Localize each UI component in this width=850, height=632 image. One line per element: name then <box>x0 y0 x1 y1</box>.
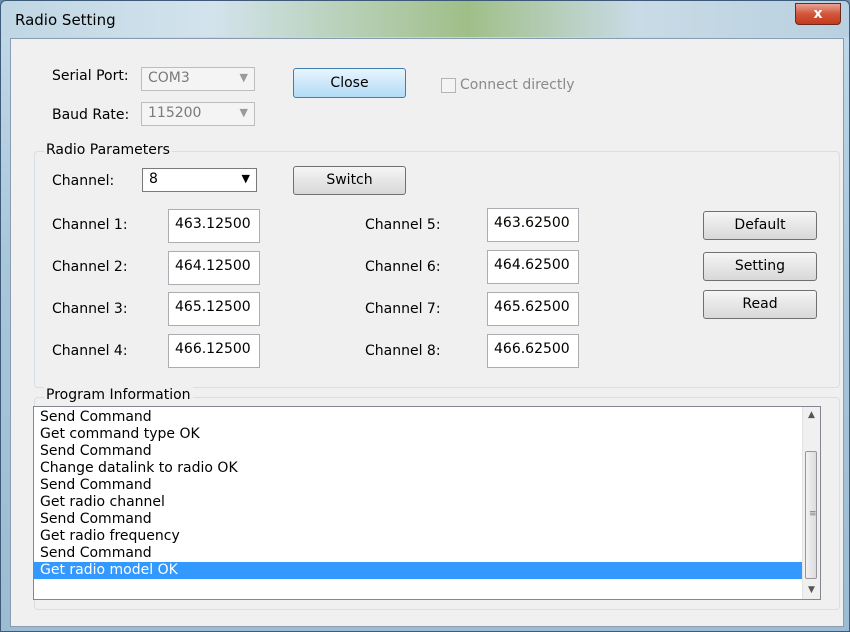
log-item[interactable]: Send Command <box>34 443 820 460</box>
chevron-down-icon: ▼ <box>239 106 248 119</box>
log-item[interactable]: Get radio frequency <box>34 528 820 545</box>
channel-6-frequency-input[interactable]: 464.62500 <box>487 250 579 284</box>
log-item[interactable]: Get command type OK <box>34 426 820 443</box>
channel-6-label: Channel 6: <box>365 259 441 275</box>
log-list: Send Command Get command type OK Send Co… <box>34 407 820 579</box>
channel-8-frequency-input[interactable]: 466.62500 <box>487 334 579 368</box>
serial-port-select[interactable]: COM3 ▼ <box>141 67 255 91</box>
channel-7-frequency-input[interactable]: 465.62500 <box>487 292 579 326</box>
grip-icon: ≡ <box>809 509 817 519</box>
log-item[interactable]: Get radio channel <box>34 494 820 511</box>
log-item[interactable]: Send Command <box>34 511 820 528</box>
channel-3-frequency-input[interactable]: 465.12500 <box>168 292 260 326</box>
close-icon: x <box>813 6 823 22</box>
scroll-up-arrow-icon[interactable]: ▲ <box>803 407 820 424</box>
channel-label: Channel: <box>52 173 115 189</box>
switch-button[interactable]: Switch <box>293 166 406 195</box>
connect-directly-checkbox[interactable] <box>441 78 456 93</box>
window-title: Radio Setting <box>15 11 116 29</box>
title-bar[interactable]: Radio Setting x <box>1 1 849 37</box>
channel-2-frequency-input[interactable]: 464.12500 <box>168 251 260 285</box>
chevron-down-icon: ▼ <box>241 172 250 185</box>
serial-port-value: COM3 <box>148 70 190 86</box>
channel-select-value: 8 <box>149 171 158 187</box>
channel-8-label: Channel 8: <box>365 343 441 359</box>
connect-directly-label: Connect directly <box>460 77 575 93</box>
channel-5-label: Channel 5: <box>365 217 441 233</box>
log-item[interactable]: Send Command <box>34 477 820 494</box>
scroll-down-arrow-icon[interactable]: ▼ <box>803 582 820 599</box>
baud-rate-select[interactable]: 115200 ▼ <box>141 102 255 126</box>
channel-5-frequency-input[interactable]: 463.62500 <box>487 208 579 242</box>
scrollbar-thumb[interactable]: ≡ <box>805 451 817 579</box>
log-item[interactable]: Change datalink to radio OK <box>34 460 820 477</box>
channel-4-label: Channel 4: <box>52 343 128 359</box>
log-item-selected[interactable]: Get radio model OK <box>34 562 802 579</box>
read-button[interactable]: Read <box>703 290 817 319</box>
log-item[interactable]: Send Command <box>34 545 820 562</box>
default-button[interactable]: Default <box>703 211 817 240</box>
channel-3-label: Channel 3: <box>52 301 128 317</box>
channel-1-label: Channel 1: <box>52 217 128 233</box>
log-item[interactable]: Send Command <box>34 409 820 426</box>
channel-1-frequency-input[interactable]: 463.12500 <box>168 209 260 243</box>
radio-setting-window: Radio Setting x Serial Port: COM3 ▼ Baud… <box>0 0 850 632</box>
radio-parameters-title: Radio Parameters <box>44 142 172 158</box>
baud-rate-value: 115200 <box>148 105 202 121</box>
channel-select[interactable]: 8 ▼ <box>142 168 257 192</box>
channel-4-frequency-input[interactable]: 466.12500 <box>168 334 260 368</box>
window-close-button[interactable]: x <box>795 3 841 25</box>
close-button[interactable]: Close <box>293 68 406 98</box>
serial-port-label: Serial Port: <box>52 68 129 84</box>
program-information-title: Program Information <box>44 387 193 403</box>
log-scrollbar[interactable]: ▲ ≡ ▼ <box>802 407 820 599</box>
channel-2-label: Channel 2: <box>52 259 128 275</box>
program-log-listbox[interactable]: Send Command Get command type OK Send Co… <box>33 406 821 600</box>
setting-button[interactable]: Setting <box>703 252 817 281</box>
channel-7-label: Channel 7: <box>365 301 441 317</box>
chevron-down-icon: ▼ <box>239 71 248 84</box>
baud-rate-label: Baud Rate: <box>52 107 130 123</box>
